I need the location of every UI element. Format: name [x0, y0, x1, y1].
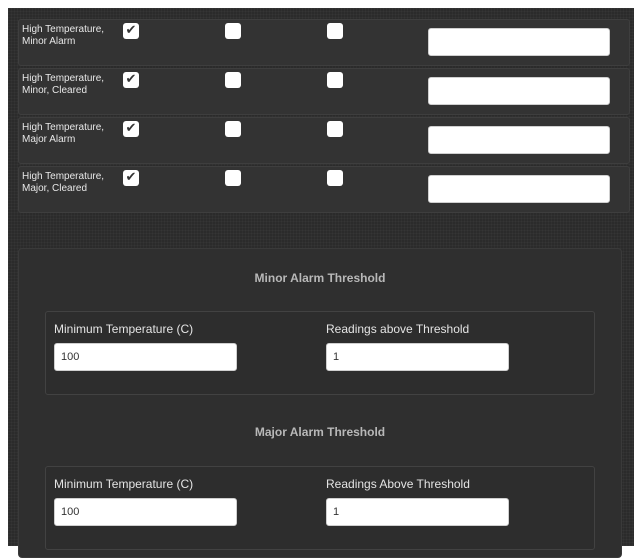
alarm-row-label: High Temperature, Major, Cleared [22, 171, 105, 194]
alarm-row-minor-cleared: High Temperature, Minor, Cleared ✔ [18, 68, 630, 115]
alarm-checkbox-1[interactable]: ✔ [123, 170, 139, 186]
alarm-row-label: High Temperature, Minor, Cleared [22, 73, 105, 96]
alarm-row-major-alarm: High Temperature, Major Alarm ✔ [18, 117, 630, 164]
minor-min-temp-label: Minimum Temperature (C) [54, 322, 194, 336]
alarm-row-major-cleared: High Temperature, Major, Cleared ✔ [18, 166, 630, 213]
alarm-checkbox-1[interactable]: ✔ [123, 121, 139, 137]
check-icon: ✔ [125, 170, 137, 185]
alarm-checkbox-2[interactable] [225, 121, 241, 137]
alarm-checkbox-2[interactable] [225, 170, 241, 186]
alarm-checkbox-3[interactable] [327, 121, 343, 137]
check-icon: ✔ [125, 121, 137, 136]
alarm-table: High Temperature, Minor Alarm ✔ High Tem… [18, 19, 630, 215]
threshold-panel: Minor Alarm Threshold Minimum Temperatur… [18, 248, 622, 558]
alarm-checkbox-3[interactable] [327, 72, 343, 88]
alarm-checkbox-1[interactable]: ✔ [123, 23, 139, 39]
alarm-checkbox-2[interactable] [225, 23, 241, 39]
alarm-checkbox-1[interactable]: ✔ [123, 72, 139, 88]
alarm-checkbox-2[interactable] [225, 72, 241, 88]
alarm-checkbox-3[interactable] [327, 23, 343, 39]
check-icon: ✔ [125, 72, 137, 87]
alarm-text-input[interactable] [428, 126, 610, 154]
alarm-text-input[interactable] [428, 77, 610, 105]
major-min-temp-label: Minimum Temperature (C) [54, 477, 194, 491]
alarm-config-frame: High Temperature, Minor Alarm ✔ High Tem… [8, 8, 634, 558]
alarm-checkbox-3[interactable] [327, 170, 343, 186]
major-readings-input[interactable] [326, 498, 509, 526]
major-min-temp-input[interactable] [54, 498, 237, 526]
minor-readings-label: Readings above Threshold [326, 322, 470, 336]
minor-threshold-title: Minor Alarm Threshold [254, 271, 386, 285]
alarm-row-minor-alarm: High Temperature, Minor Alarm ✔ [18, 19, 630, 66]
check-icon: ✔ [125, 23, 137, 38]
minor-min-temp-input[interactable] [54, 343, 237, 371]
alarm-row-label: High Temperature, Minor Alarm [22, 24, 105, 47]
major-readings-label: Readings Above Threshold [326, 477, 470, 491]
major-threshold-fieldset: Minimum Temperature (C) Readings Above T… [45, 466, 595, 550]
alarm-row-label: High Temperature, Major Alarm [22, 122, 105, 145]
minor-readings-input[interactable] [326, 343, 509, 371]
alarm-text-input[interactable] [428, 28, 610, 56]
minor-threshold-fieldset: Minimum Temperature (C) Readings above T… [45, 311, 595, 395]
major-threshold-title: Major Alarm Threshold [254, 425, 386, 439]
alarm-text-input[interactable] [428, 175, 610, 203]
